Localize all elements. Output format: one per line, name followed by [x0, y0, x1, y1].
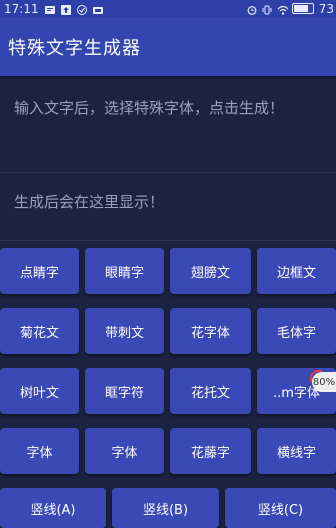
font-button-shuxian-c[interactable]: 竖线(C) [225, 488, 336, 528]
font-button-kuangzifu[interactable]: 眶字符 [85, 368, 164, 414]
app-title: 特殊文字生成器 [8, 37, 141, 59]
wifi-icon [277, 4, 289, 15]
font-button-juhua[interactable]: 菊花文 [0, 308, 79, 354]
status-bar: 17:11 73 [0, 0, 336, 17]
clock: 17:11 [4, 1, 39, 16]
battery-level: 73 [318, 1, 334, 16]
text-input[interactable]: 输入文字后，选择特殊字体，点击生成！ [14, 96, 324, 120]
font-button-huateng[interactable]: 花藤字 [170, 428, 251, 474]
divider [0, 172, 336, 173]
font-button-yanjing[interactable]: 眼睛字 [85, 248, 164, 294]
font-button-maotizi[interactable]: 毛体字 [257, 308, 336, 354]
font-button-ziti-1[interactable]: 字体 [0, 428, 79, 474]
app-bar: 特殊文字生成器 [0, 17, 336, 76]
font-button-chibang[interactable]: 翅膀文 [170, 248, 251, 294]
font-button-shuxian-b[interactable]: 竖线(B) [112, 488, 219, 528]
output-display: 生成后会在这里显示！ [14, 193, 165, 211]
font-button-huaziti[interactable]: 花字体 [170, 308, 251, 354]
font-button-daici[interactable]: 带刺文 [85, 308, 164, 354]
font-button-hengxian[interactable]: 横线字 [257, 428, 336, 474]
upload-icon [60, 4, 71, 15]
check-icon [76, 4, 87, 15]
vibrate-icon [262, 4, 272, 14]
overlay-percent-badge[interactable]: 80% [310, 370, 336, 392]
font-button-shuxian-a[interactable]: 竖线(A) [0, 488, 106, 528]
font-button-huatuo[interactable]: 花托文 [170, 368, 251, 414]
font-button-dianjing[interactable]: 点睛字 [0, 248, 79, 294]
signal-icon [92, 4, 103, 14]
font-button-ziti-2[interactable]: 字体 [85, 428, 164, 474]
divider [0, 240, 336, 241]
alarm-icon [247, 4, 257, 15]
message-icon [44, 4, 55, 14]
font-button-shuye[interactable]: 树叶文 [0, 368, 79, 414]
font-button-biankuang[interactable]: 边框文 [257, 248, 336, 294]
battery-icon [291, 3, 314, 14]
